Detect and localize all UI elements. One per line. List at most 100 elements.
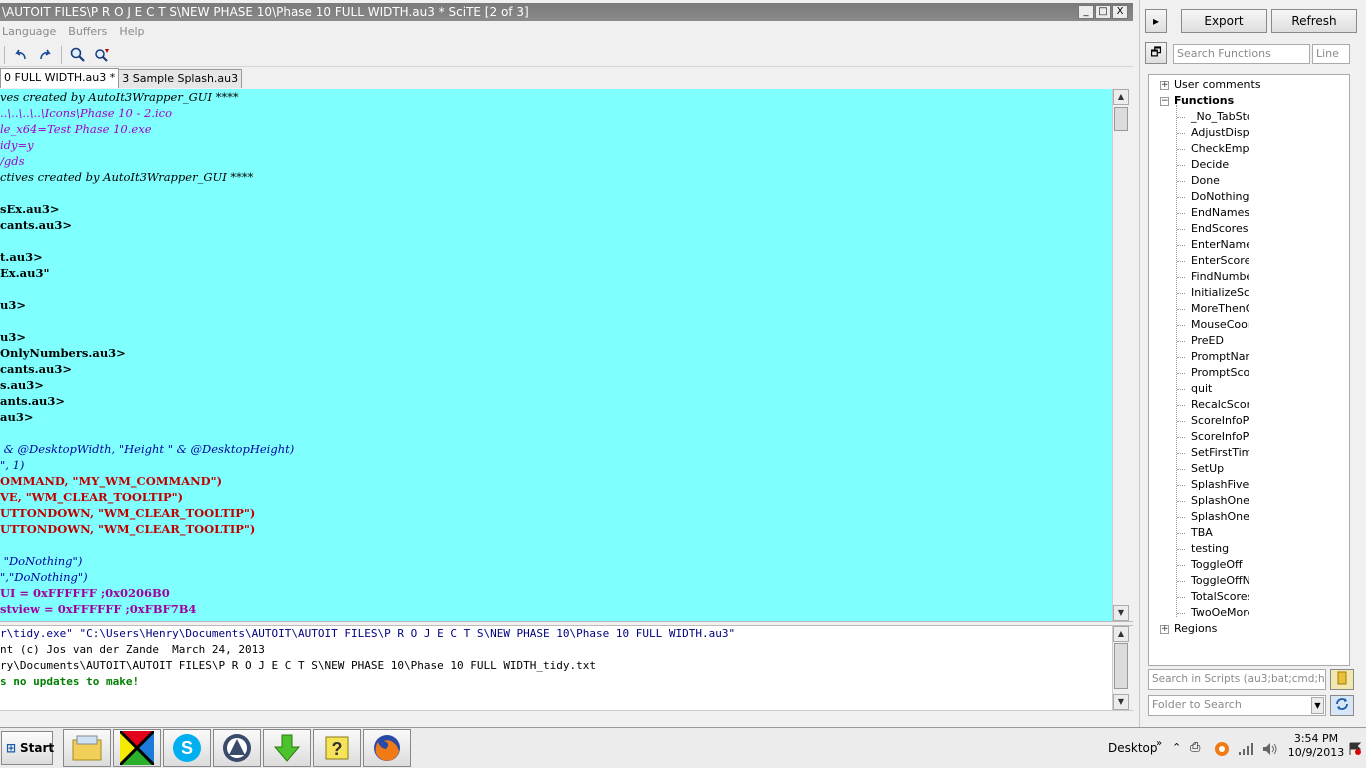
- desktop-toolbar-label[interactable]: Desktop: [1108, 728, 1158, 768]
- tree-functions[interactable]: Functions: [1174, 93, 1234, 109]
- minimize-button[interactable]: _: [1078, 5, 1094, 19]
- code-line: UI = 0xFFFFFF ;0x0206B0: [0, 586, 170, 600]
- sync-icon[interactable]: [1330, 695, 1354, 716]
- avast-icon[interactable]: [1214, 728, 1230, 768]
- tree-function-item[interactable]: TBA: [1191, 525, 1249, 541]
- tree-regions[interactable]: Regions: [1174, 621, 1217, 637]
- tree-function-item[interactable]: SetFirstTime: [1191, 445, 1249, 461]
- code-line: VE, "WM_CLEAR_TOOLTIP"): [0, 490, 184, 504]
- refresh-button[interactable]: Refresh: [1271, 9, 1357, 33]
- menu-language[interactable]: Language: [2, 23, 56, 41]
- autoit-icon[interactable]: [213, 729, 261, 767]
- tree-function-item[interactable]: Decide: [1191, 157, 1249, 173]
- close-button[interactable]: X: [1112, 5, 1128, 19]
- find-icon[interactable]: [68, 45, 88, 65]
- tree-function-item[interactable]: ToggleOff: [1191, 557, 1249, 573]
- tree-function-item[interactable]: MoreThenOne: [1191, 301, 1249, 317]
- scroll-down-arrow-icon[interactable]: ▼: [1113, 694, 1129, 710]
- tab-phase10[interactable]: 0 FULL WIDTH.au3 *: [0, 68, 120, 88]
- tree-function-item[interactable]: PromptNames: [1191, 349, 1249, 365]
- tree-function-item[interactable]: ToggleOffNew: [1191, 573, 1249, 589]
- replace-icon[interactable]: [92, 45, 112, 65]
- desktop-screen: \AUTOIT FILES\P R O J E C T S\NEW PHASE …: [0, 0, 1366, 768]
- code-line: /gds: [0, 154, 25, 168]
- undo-icon[interactable]: [11, 45, 31, 65]
- menu-buffers[interactable]: Buffers: [68, 23, 107, 41]
- search-scripts-input[interactable]: Search in Scripts (au3;bat;cmd;html;ini;…: [1148, 669, 1326, 690]
- scroll-up-arrow-icon[interactable]: ▲: [1113, 626, 1129, 642]
- tree-function-item[interactable]: EndNames: [1191, 205, 1249, 221]
- search-functions-input[interactable]: Search Functions: [1173, 44, 1310, 64]
- tree-function-item[interactable]: SplashOne: [1191, 493, 1249, 509]
- start-button[interactable]: ⊞ Start: [1, 731, 54, 765]
- output-pane[interactable]: r\tidy.exe" "C:\Users\Henry\Documents\AU…: [0, 626, 1112, 710]
- tree-function-item[interactable]: TotalScores: [1191, 589, 1249, 605]
- restore-window-icon[interactable]: 🗗: [1145, 42, 1167, 64]
- tree-function-item[interactable]: SplashFives: [1191, 477, 1249, 493]
- download-icon[interactable]: [263, 729, 311, 767]
- tree-function-item[interactable]: SetUp: [1191, 461, 1249, 477]
- folder-icon[interactable]: [1330, 669, 1354, 690]
- editor-scrollbar[interactable]: ▲ ▼: [1112, 89, 1129, 621]
- tab-sample-splash[interactable]: 3 Sample Splash.au3: [118, 69, 243, 88]
- tree-function-item[interactable]: FindNumber: [1191, 269, 1249, 285]
- redo-icon[interactable]: [35, 45, 55, 65]
- tree-function-item[interactable]: _No_TabStop: [1191, 109, 1249, 125]
- output-scrollbar[interactable]: ▲ ▼: [1112, 626, 1129, 710]
- colorful-app-icon[interactable]: [113, 729, 161, 767]
- tree-function-item[interactable]: quit: [1191, 381, 1249, 397]
- window-controls: _ □ X: [1078, 5, 1128, 19]
- skype-icon[interactable]: S: [163, 729, 211, 767]
- export-button[interactable]: Export: [1181, 9, 1267, 33]
- play-button[interactable]: ▸: [1145, 9, 1167, 33]
- menu-help[interactable]: Help: [119, 23, 144, 41]
- tree-user-comments[interactable]: User comments: [1174, 77, 1261, 93]
- tree-function-item[interactable]: EnterNames: [1191, 237, 1249, 253]
- code-line: "DoNothing"): [0, 554, 83, 568]
- code-editor[interactable]: ves created by AutoIt3Wrapper_GUI ****..…: [0, 89, 1112, 621]
- action-center-flag-icon[interactable]: [1348, 728, 1362, 768]
- tree-connector: [1177, 517, 1185, 518]
- tree-function-item[interactable]: InitializeScores: [1191, 285, 1249, 301]
- volume-icon[interactable]: [1262, 728, 1278, 768]
- firefox-icon[interactable]: [363, 729, 411, 767]
- usb-device-icon[interactable]: ⎙: [1190, 728, 1200, 768]
- tree-function-item[interactable]: testing: [1191, 541, 1249, 557]
- collapse-icon[interactable]: −: [1160, 97, 1169, 106]
- tree-function-item[interactable]: EndScores: [1191, 221, 1249, 237]
- code-line: u3>: [0, 330, 26, 344]
- clock[interactable]: 3:54 PM 10/9/2013: [1286, 732, 1346, 768]
- tree-function-item[interactable]: PreED: [1191, 333, 1249, 349]
- expand-icon[interactable]: +: [1160, 625, 1169, 634]
- toolbar-expand-icon[interactable]: »: [1156, 724, 1162, 764]
- scroll-down-arrow-icon[interactable]: ▼: [1113, 605, 1129, 621]
- tree-function-item[interactable]: MouseCoords: [1191, 317, 1249, 333]
- tree-function-item[interactable]: EnterScores: [1191, 253, 1249, 269]
- tree-function-item[interactable]: RecalcScores: [1191, 397, 1249, 413]
- dropdown-arrow-icon[interactable]: ▼: [1311, 697, 1324, 714]
- network-icon[interactable]: [1238, 728, 1254, 768]
- scroll-thumb[interactable]: [1114, 643, 1128, 689]
- function-tree[interactable]: + User comments − Functions + Regions _N…: [1148, 74, 1350, 666]
- tree-function-item[interactable]: ScoreInfoPopup: [1191, 413, 1249, 429]
- scroll-up-arrow-icon[interactable]: ▲: [1113, 89, 1129, 105]
- tree-function-item[interactable]: ScoreInfoPopup2: [1191, 429, 1249, 445]
- tree-connector: [1177, 213, 1185, 214]
- tray-overflow-icon[interactable]: ⌃: [1172, 728, 1181, 768]
- expand-icon[interactable]: +: [1160, 81, 1169, 90]
- tree-function-item[interactable]: DoNothing: [1191, 189, 1249, 205]
- tree-function-item[interactable]: AdjustDisplay: [1191, 125, 1249, 141]
- tree-function-item[interactable]: CheckEmpty: [1191, 141, 1249, 157]
- explorer-icon[interactable]: [63, 729, 111, 767]
- tree-function-item[interactable]: PromptScores: [1191, 365, 1249, 381]
- tree-connector: [1177, 293, 1185, 294]
- maximize-button[interactable]: □: [1095, 5, 1111, 19]
- scroll-thumb[interactable]: [1114, 107, 1128, 131]
- tree-function-item[interactable]: Done: [1191, 173, 1249, 189]
- line-input[interactable]: Line: [1312, 44, 1350, 64]
- tree-function-item[interactable]: TwoOeMore: [1191, 605, 1249, 621]
- help-icon[interactable]: ?: [313, 729, 361, 767]
- folder-to-search-select[interactable]: Folder to Search: [1148, 695, 1326, 716]
- tree-function-item[interactable]: SplashOneNew: [1191, 509, 1249, 525]
